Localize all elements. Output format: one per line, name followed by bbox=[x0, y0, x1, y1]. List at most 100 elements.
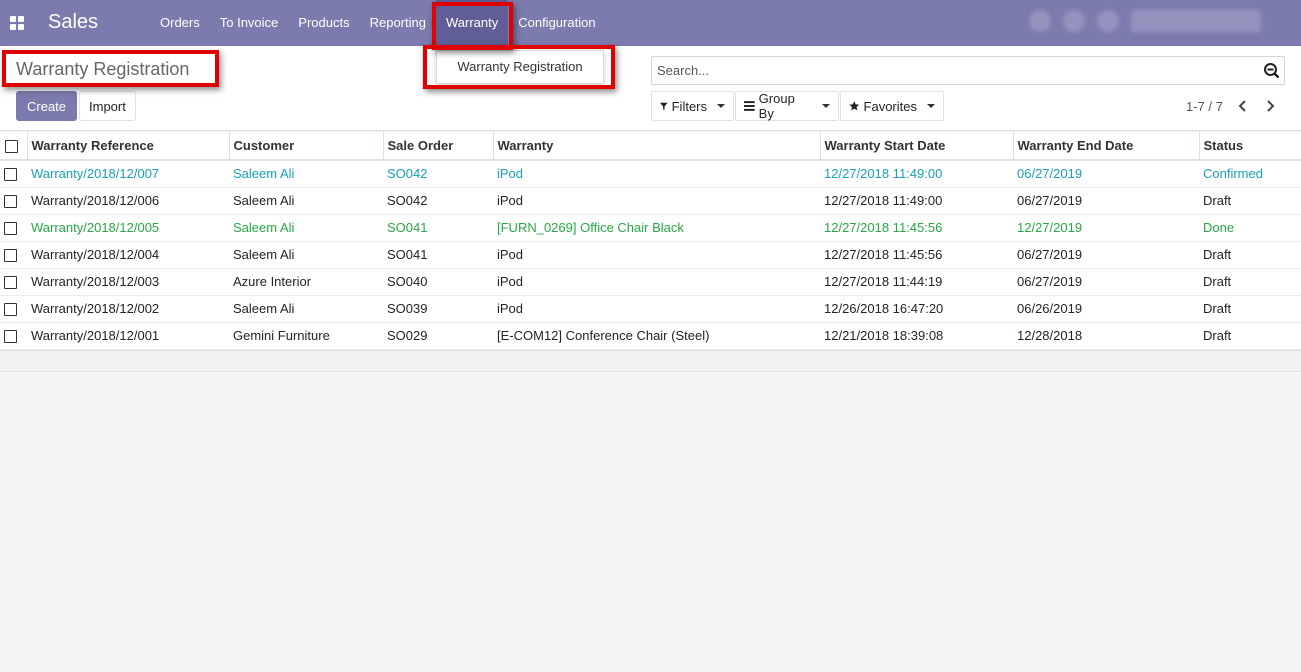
create-button[interactable]: Create bbox=[16, 91, 78, 121]
cell-customer: Saleem Ali bbox=[229, 214, 383, 242]
group-by-label: Group By bbox=[758, 91, 795, 121]
menu-to-invoice[interactable]: To Invoice bbox=[210, 0, 289, 46]
systray-messages-icon[interactable] bbox=[1063, 10, 1085, 32]
warranty-table: Warranty Reference Customer Sale Order W… bbox=[0, 132, 1301, 350]
cell-start-date: 12/27/2018 11:45:56 bbox=[820, 241, 1013, 269]
cell-warranty: iPod bbox=[493, 268, 820, 296]
column-header[interactable]: Sale Order bbox=[383, 132, 494, 161]
row-checkbox[interactable] bbox=[4, 168, 17, 182]
systray-activity-icon[interactable] bbox=[1029, 10, 1051, 32]
table-row[interactable]: Warranty/2018/12/003 Azure Interior SO04… bbox=[0, 268, 1301, 296]
row-checkbox[interactable] bbox=[4, 303, 17, 317]
pager-next-icon[interactable] bbox=[1262, 97, 1278, 115]
table-row[interactable]: Warranty/2018/12/002 Saleem Ali SO039 iP… bbox=[0, 295, 1301, 323]
row-checkbox[interactable] bbox=[4, 249, 17, 263]
cell-reference: Warranty/2018/12/001 bbox=[27, 322, 229, 350]
group-by-button[interactable]: Group By bbox=[735, 91, 839, 121]
cell-reference: Warranty/2018/12/004 bbox=[27, 241, 229, 269]
cell-warranty: iPod bbox=[493, 241, 820, 269]
row-checkbox[interactable] bbox=[4, 276, 17, 290]
menu-reporting[interactable]: Reporting bbox=[360, 0, 436, 46]
cell-sale-order: SO040 bbox=[383, 268, 493, 296]
table-footer bbox=[0, 349, 1301, 372]
cell-start-date: 12/27/2018 11:49:00 bbox=[820, 160, 1013, 188]
cell-sale-order: SO042 bbox=[383, 187, 493, 215]
app-brand: Sales bbox=[48, 11, 99, 33]
select-all-checkbox[interactable] bbox=[5, 140, 18, 154]
cell-customer: Gemini Furniture bbox=[229, 322, 383, 350]
control-panel: Warranty Registration Create Import Warr… bbox=[0, 46, 1301, 131]
row-checkbox[interactable] bbox=[4, 330, 17, 344]
cell-warranty: [FURN_0269] Office Chair Black bbox=[493, 214, 820, 242]
cell-sale-order: SO042 bbox=[383, 160, 493, 188]
cell-customer: Azure Interior bbox=[229, 268, 383, 296]
systray-company-icon[interactable] bbox=[1097, 10, 1119, 32]
warranty-dropdown-item[interactable]: Warranty Registration bbox=[436, 50, 604, 84]
cell-reference: Warranty/2018/12/002 bbox=[27, 295, 229, 323]
cell-customer: Saleem Ali bbox=[229, 187, 383, 215]
cell-status: Draft bbox=[1199, 241, 1301, 269]
column-header[interactable]: Status bbox=[1199, 132, 1301, 161]
column-header[interactable]: Warranty Start Date bbox=[820, 132, 1014, 161]
cell-customer: Saleem Ali bbox=[229, 241, 383, 269]
main-menu: Orders To Invoice Products Reporting War… bbox=[150, 0, 606, 46]
cell-warranty: [E-COM12] Conference Chair (Steel) bbox=[493, 322, 820, 350]
cell-reference: Warranty/2018/12/005 bbox=[27, 214, 229, 242]
table-row[interactable]: Warranty/2018/12/004 Saleem Ali SO041 iP… bbox=[0, 241, 1301, 269]
column-header[interactable]: Warranty End Date bbox=[1013, 132, 1200, 161]
systray bbox=[1029, 10, 1261, 32]
table-row[interactable]: Warranty/2018/12/001 Gemini Furniture SO… bbox=[0, 322, 1301, 350]
row-checkbox[interactable] bbox=[4, 222, 17, 236]
menu-orders[interactable]: Orders bbox=[150, 0, 210, 46]
cell-start-date: 12/27/2018 11:49:00 bbox=[820, 187, 1013, 215]
filters-button[interactable]: Filters bbox=[651, 91, 734, 121]
cell-end-date: 06/26/2019 bbox=[1013, 295, 1199, 323]
cell-status: Draft bbox=[1199, 322, 1301, 350]
cell-sale-order: SO039 bbox=[383, 295, 493, 323]
top-navbar: Sales Orders To Invoice Products Reporti… bbox=[0, 0, 1301, 46]
cell-warranty: iPod bbox=[493, 295, 820, 323]
cell-sale-order: SO041 bbox=[383, 241, 493, 269]
column-header[interactable]: Warranty Reference bbox=[27, 132, 230, 161]
table-row[interactable]: Warranty/2018/12/006 Saleem Ali SO042 iP… bbox=[0, 187, 1301, 215]
cell-status: Draft bbox=[1199, 187, 1301, 215]
apps-menu-icon[interactable] bbox=[10, 16, 24, 30]
column-header[interactable]: Customer bbox=[229, 132, 384, 161]
cell-status: Draft bbox=[1199, 295, 1301, 323]
menu-warranty[interactable]: Warranty bbox=[435, 0, 509, 46]
table-row[interactable]: Warranty/2018/12/005 Saleem Ali SO041 [F… bbox=[0, 214, 1301, 242]
filters-label: Filters bbox=[671, 98, 707, 114]
chevron-down-icon bbox=[927, 104, 935, 108]
import-button[interactable]: Import bbox=[79, 91, 136, 121]
search-input[interactable] bbox=[652, 57, 1252, 84]
cell-warranty: iPod bbox=[493, 160, 820, 188]
search-icon[interactable] bbox=[1263, 62, 1280, 79]
menu-products[interactable]: Products bbox=[288, 0, 359, 46]
breadcrumb: Warranty Registration bbox=[16, 59, 190, 79]
cell-end-date: 06/27/2019 bbox=[1013, 241, 1199, 269]
row-checkbox[interactable] bbox=[4, 195, 17, 209]
cell-start-date: 12/21/2018 18:39:08 bbox=[820, 322, 1013, 350]
chevron-down-icon bbox=[717, 104, 725, 108]
cell-sale-order: SO029 bbox=[383, 322, 493, 350]
user-menu[interactable] bbox=[1131, 10, 1261, 32]
pager-previous-icon[interactable] bbox=[1235, 97, 1251, 115]
warranty-list: Warranty Reference Customer Sale Order W… bbox=[0, 132, 1301, 372]
search-box bbox=[651, 56, 1285, 85]
menu-configuration[interactable]: Configuration bbox=[508, 0, 605, 46]
cell-end-date: 06/27/2019 bbox=[1013, 160, 1199, 188]
cell-end-date: 12/28/2018 bbox=[1013, 322, 1199, 350]
pager-value[interactable]: 1-7 / 7 bbox=[1186, 99, 1223, 114]
favorites-label: Favorites bbox=[863, 98, 917, 114]
cell-end-date: 06/27/2019 bbox=[1013, 187, 1199, 215]
cell-status: Confirmed bbox=[1199, 160, 1301, 188]
cell-customer: Saleem Ali bbox=[229, 295, 383, 323]
table-row[interactable]: Warranty/2018/12/007 Saleem Ali SO042 iP… bbox=[0, 160, 1301, 188]
table-header-row: Warranty Reference Customer Sale Order W… bbox=[0, 132, 1301, 161]
cell-sale-order: SO041 bbox=[383, 214, 493, 242]
column-header[interactable]: Warranty bbox=[493, 132, 821, 161]
favorites-button[interactable]: Favorites bbox=[840, 91, 944, 121]
cell-start-date: 12/27/2018 11:45:56 bbox=[820, 214, 1013, 242]
select-all-cell bbox=[0, 132, 28, 161]
cell-status: Done bbox=[1199, 214, 1301, 242]
